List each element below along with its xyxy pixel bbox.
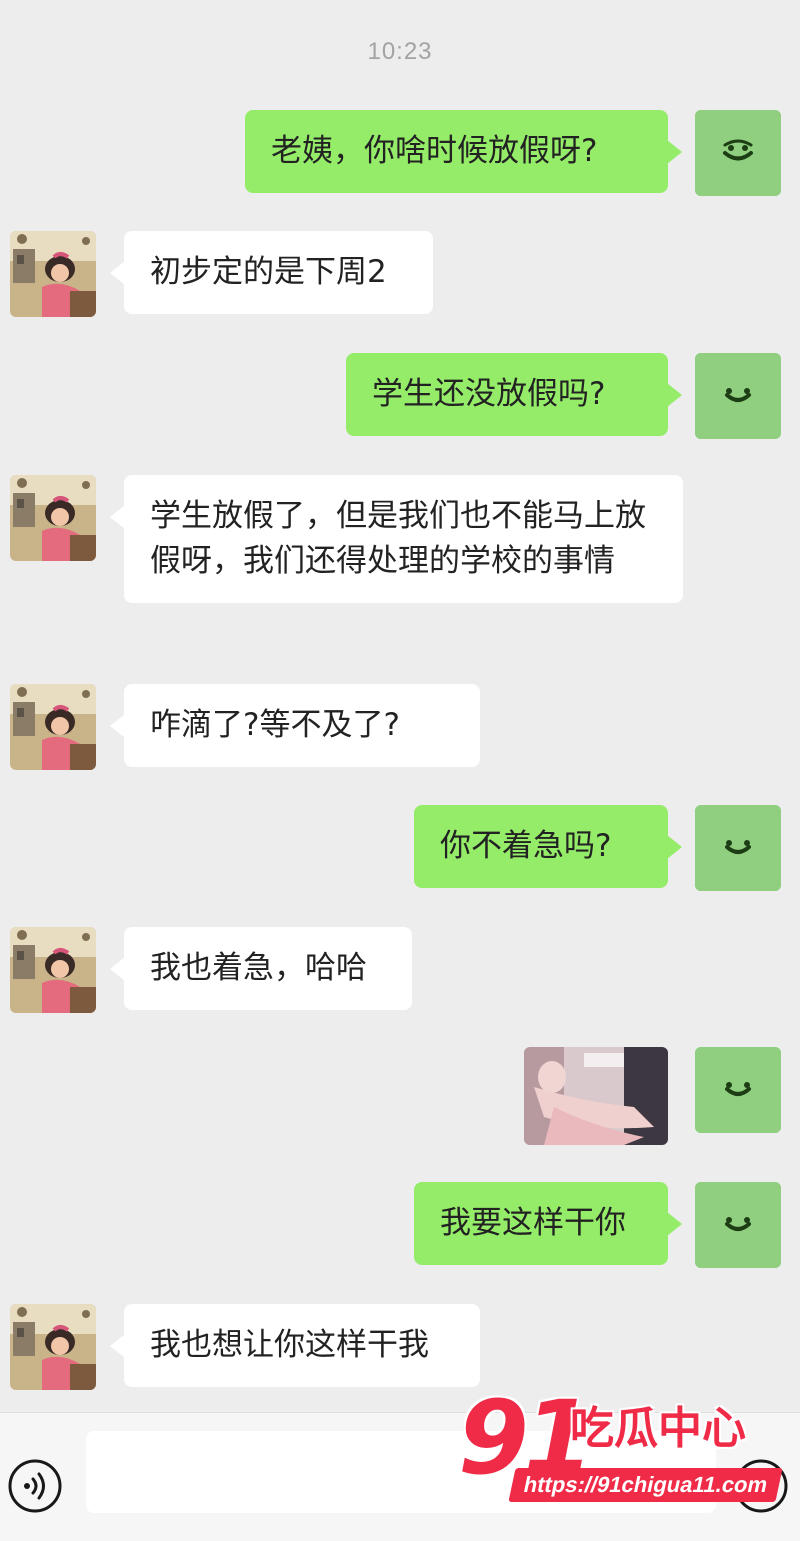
chat-area[interactable]: 10:23 老姨，你啥时候放假呀? 初步定的是下周2 学生还没放假吗? 学生放假… bbox=[0, 0, 800, 1412]
photo-thumbnail bbox=[524, 1047, 668, 1145]
smiley-face-icon bbox=[695, 110, 781, 196]
voice-button[interactable] bbox=[8, 1459, 62, 1513]
self-avatar[interactable] bbox=[695, 1047, 781, 1133]
self-avatar[interactable] bbox=[695, 110, 781, 196]
cartoon-girl-avatar bbox=[10, 475, 96, 561]
peer-avatar[interactable] bbox=[10, 231, 96, 317]
outgoing-message-bubble[interactable]: 学生还没放假吗? bbox=[346, 353, 682, 436]
incoming-message-bubble[interactable]: 咋滴了?等不及了? bbox=[110, 684, 480, 767]
peer-avatar[interactable] bbox=[10, 475, 96, 561]
outgoing-message-bubble[interactable]: 你不着急吗? bbox=[414, 805, 682, 888]
cartoon-girl-avatar bbox=[10, 927, 96, 1013]
cartoon-girl-avatar bbox=[10, 1304, 96, 1390]
incoming-message-bubble[interactable]: 学生放假了，但是我们也不能马上放假呀，我们还得处理的学校的事情 bbox=[110, 475, 683, 603]
cartoon-girl-avatar bbox=[10, 684, 96, 770]
smiley-face-icon bbox=[695, 353, 781, 439]
smiley-face-icon bbox=[695, 1047, 781, 1133]
cartoon-girl-avatar bbox=[10, 231, 96, 317]
incoming-message-bubble[interactable]: 我也着急，哈哈 bbox=[110, 927, 412, 1010]
watermark-url: https://91chigua11.com bbox=[508, 1468, 783, 1502]
self-avatar[interactable] bbox=[695, 353, 781, 439]
self-avatar[interactable] bbox=[695, 1182, 781, 1268]
image-message[interactable] bbox=[524, 1047, 668, 1145]
watermark-title: 吃瓜中心 bbox=[570, 1403, 746, 1454]
outgoing-message-bubble[interactable]: 我要这样干你 bbox=[414, 1182, 682, 1265]
self-avatar[interactable] bbox=[695, 805, 781, 891]
incoming-message-bubble[interactable]: 初步定的是下周2 bbox=[110, 231, 433, 314]
outgoing-message-bubble[interactable]: 老姨，你啥时候放假呀? bbox=[245, 110, 682, 193]
voice-icon bbox=[8, 1459, 62, 1513]
peer-avatar[interactable] bbox=[10, 927, 96, 1013]
message-timestamp: 10:23 bbox=[367, 38, 433, 65]
incoming-message-bubble[interactable]: 我也想让你这样干我 bbox=[110, 1304, 480, 1387]
smiley-face-icon bbox=[695, 1182, 781, 1268]
watermark-logo: 91 吃瓜中心 https://91chigua11.com bbox=[458, 1384, 788, 1514]
smiley-face-icon bbox=[695, 805, 781, 891]
peer-avatar[interactable] bbox=[10, 684, 96, 770]
peer-avatar[interactable] bbox=[10, 1304, 96, 1390]
